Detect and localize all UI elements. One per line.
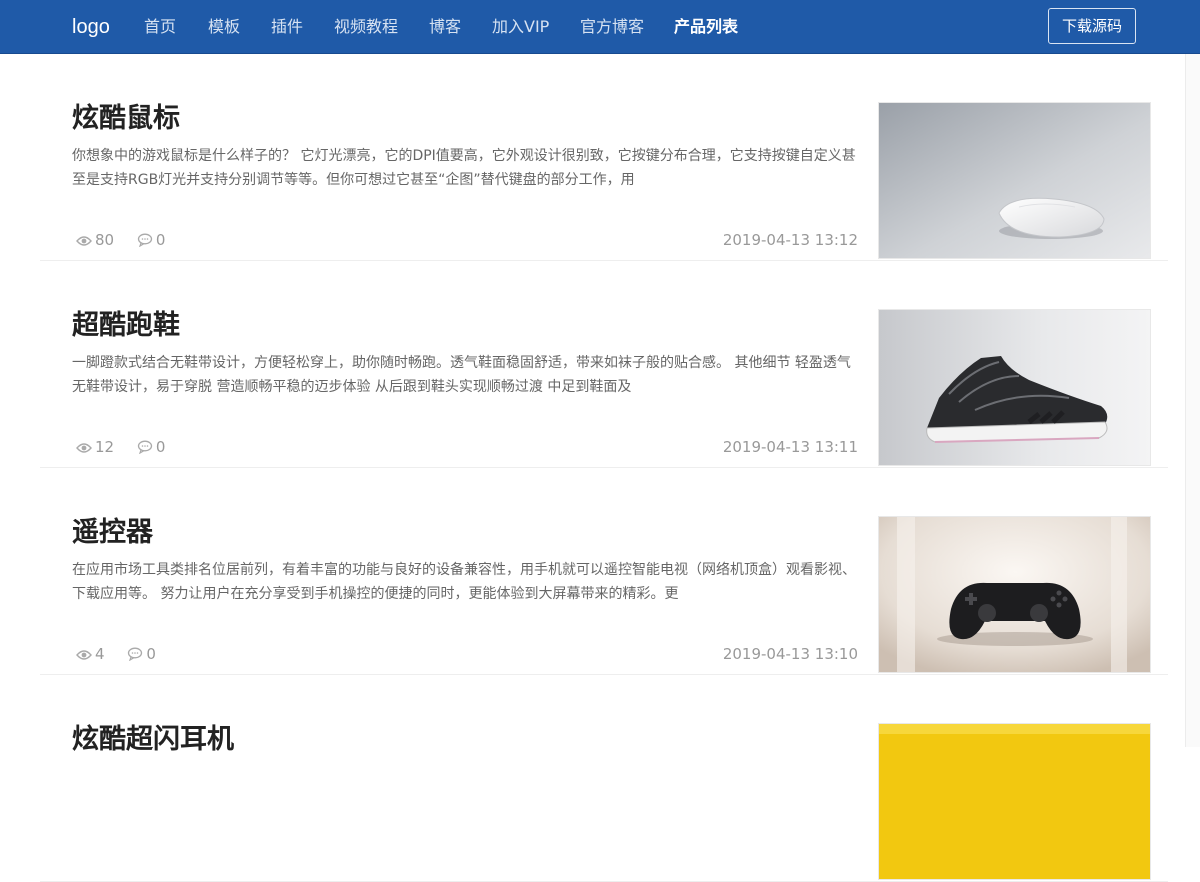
view-count-value: 12 bbox=[95, 438, 115, 456]
site-logo[interactable]: logo bbox=[72, 14, 110, 40]
article-summary: 一脚蹬款式结合无鞋带设计，方便轻松穿上，助你随时畅跑。透气鞋面稳固舒适，带来如袜… bbox=[72, 355, 851, 395]
comment-icon bbox=[137, 440, 153, 455]
article-thumbnail-gamepad[interactable] bbox=[878, 516, 1151, 673]
view-count-value: 80 bbox=[95, 231, 115, 249]
comment-count-value: 0 bbox=[155, 231, 166, 249]
article-title[interactable]: 炫酷鼠标 bbox=[72, 102, 180, 136]
top-navbar: logo 首页 模板 插件 视频教程 博客 加入VIP 官方博客 产品列表 下载… bbox=[0, 0, 1200, 54]
article-title[interactable]: 超酷跑鞋 bbox=[72, 309, 180, 343]
article-summary: 你想象中的游戏鼠标是什么样子的？ 它灯光漂亮，它的DPI值要高，它外观设计很别致… bbox=[72, 148, 856, 188]
eye-icon bbox=[76, 650, 92, 660]
article-summary: 在应用市场工具类排名位居前列，有着丰富的功能与良好的设备兼容性，用手机就可以遥控… bbox=[72, 562, 856, 602]
nav-item-blog[interactable]: 博客 bbox=[429, 16, 461, 38]
article-thumbnail-mouse[interactable] bbox=[878, 102, 1151, 259]
download-source-button[interactable]: 下载源码 bbox=[1048, 8, 1136, 44]
article-item[interactable]: 超酷跑鞋 一脚蹬款式结合无鞋带设计，方便轻松穿上，助你随时畅跑。透气鞋面稳固舒适… bbox=[40, 261, 1168, 468]
article-thumbnail-sneaker[interactable] bbox=[878, 309, 1151, 466]
comment-icon bbox=[137, 233, 153, 248]
article-date: 2019-04-13 13:12 bbox=[722, 231, 858, 249]
comment-count: 0 bbox=[137, 230, 166, 250]
scrollbar[interactable] bbox=[1185, 54, 1200, 747]
view-count: 4 bbox=[76, 644, 105, 664]
view-count-value: 4 bbox=[95, 645, 105, 663]
article-meta: 80 0 bbox=[76, 230, 183, 250]
eye-icon bbox=[76, 236, 92, 246]
comment-count: 0 bbox=[127, 644, 156, 664]
view-count: 80 bbox=[76, 230, 114, 250]
article-title[interactable]: 炫酷超闪耳机 bbox=[72, 723, 234, 757]
view-count: 12 bbox=[76, 437, 114, 457]
article-item[interactable]: 炫酷超闪耳机 bbox=[40, 675, 1168, 882]
article-meta: 12 0 bbox=[76, 437, 183, 457]
article-item[interactable]: 炫酷鼠标 你想象中的游戏鼠标是什么样子的？ 它灯光漂亮，它的DPI值要高，它外观… bbox=[40, 54, 1168, 261]
nav-item-product-list[interactable]: 产品列表 bbox=[674, 16, 738, 38]
article-meta: 4 0 bbox=[76, 644, 174, 664]
article-item[interactable]: 遥控器 在应用市场工具类排名位居前列，有着丰富的功能与良好的设备兼容性，用手机就… bbox=[40, 468, 1168, 675]
nav-item-official-blog[interactable]: 官方博客 bbox=[580, 16, 644, 38]
nav-item-video-tutorials[interactable]: 视频教程 bbox=[334, 16, 398, 38]
nav-item-join-vip[interactable]: 加入VIP bbox=[492, 16, 549, 38]
comment-icon bbox=[128, 647, 143, 662]
article-title[interactable]: 遥控器 bbox=[72, 516, 153, 550]
nav-item-home[interactable]: 首页 bbox=[144, 16, 176, 38]
nav-item-templates[interactable]: 模板 bbox=[208, 16, 240, 38]
article-date: 2019-04-13 13:11 bbox=[722, 438, 858, 456]
comment-count-value: 0 bbox=[155, 438, 166, 456]
comment-count: 0 bbox=[137, 437, 166, 457]
eye-icon bbox=[76, 443, 92, 453]
comment-count-value: 0 bbox=[146, 645, 156, 663]
article-date: 2019-04-13 13:10 bbox=[722, 645, 858, 663]
nav-item-plugins[interactable]: 插件 bbox=[271, 16, 303, 38]
